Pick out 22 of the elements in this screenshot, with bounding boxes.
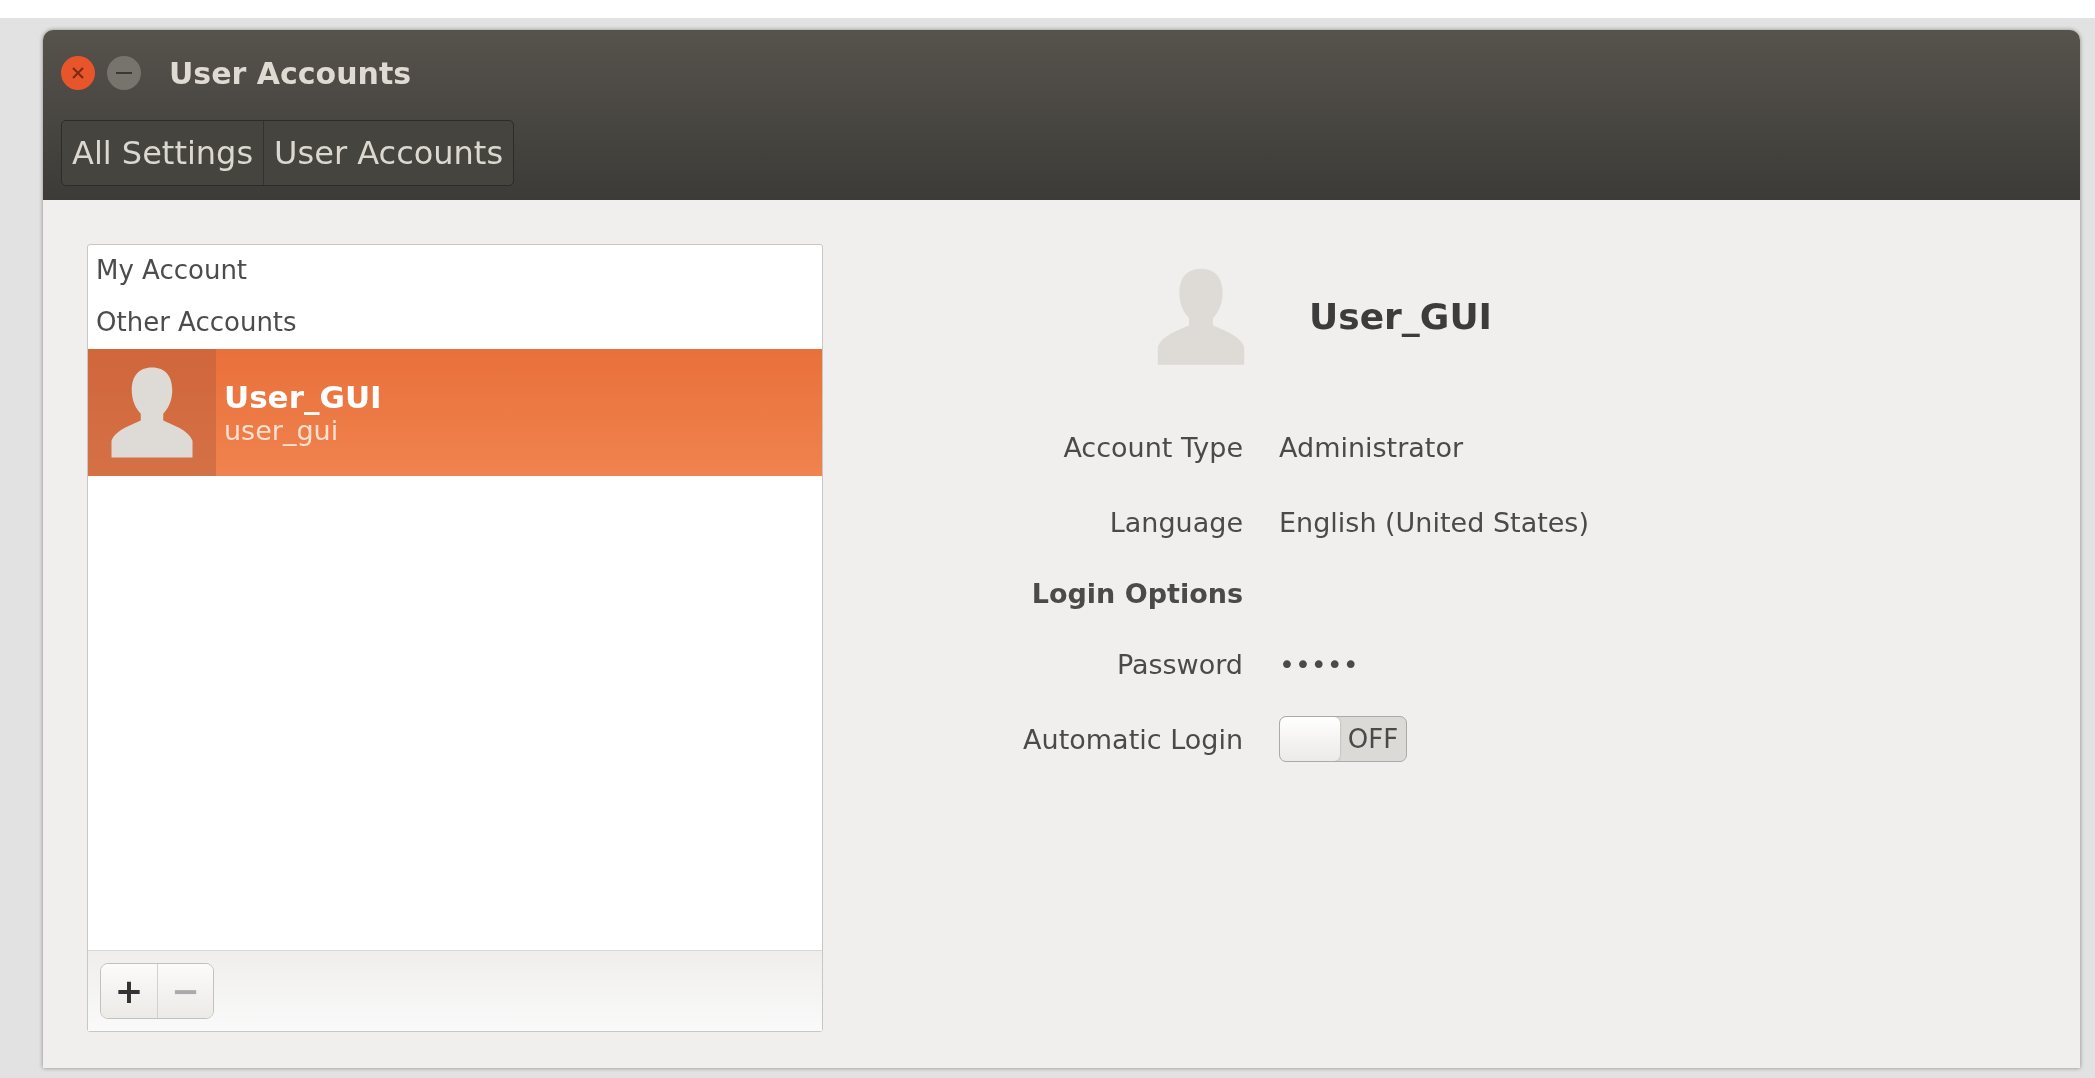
- account-login: user_gui: [224, 415, 340, 446]
- minimize-button[interactable]: [107, 56, 141, 90]
- field-value: English (United States): [1279, 506, 1589, 538]
- breadcrumb-button[interactable]: All Settings: [62, 121, 264, 185]
- field-value: Administrator: [1279, 431, 1465, 463]
- section-heading: Login Options: [1030, 576, 1243, 611]
- breadcrumb-button[interactable]: User Accounts: [263, 121, 514, 185]
- close-icon: [71, 66, 85, 80]
- field-value: •••••: [1279, 648, 1360, 680]
- field-label: Language: [1108, 505, 1243, 540]
- toggle-switch[interactable]: OFF: [1279, 716, 1407, 763]
- window-title: User Accounts: [169, 55, 412, 91]
- section-heading: Other Accounts: [95, 306, 298, 339]
- account-name: User_GUI: [224, 379, 382, 415]
- add-button[interactable]: +: [101, 964, 157, 1018]
- user-name: User_GUI: [1309, 296, 1492, 338]
- minimize-icon: [116, 71, 132, 75]
- field-label: Automatic Login: [1022, 722, 1243, 757]
- field-label: Account Type: [1062, 430, 1243, 465]
- close-button[interactable]: [61, 56, 95, 90]
- section-heading: My Account: [95, 254, 249, 287]
- field-label: Password: [1115, 647, 1243, 682]
